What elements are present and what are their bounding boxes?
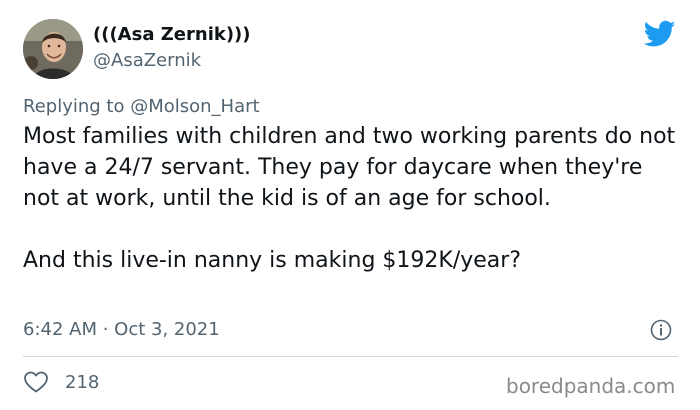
like-count: 218 [65, 371, 100, 393]
author-handle[interactable]: @AsaZernik [93, 50, 201, 71]
heart-icon [24, 371, 48, 393]
divider [23, 356, 678, 357]
avatar-photo [23, 19, 83, 79]
like-button[interactable]: 218 [23, 370, 99, 394]
twitter-bird-icon[interactable] [643, 20, 676, 48]
tweet-card: (((Asa Zernik))) @AsaZernik Replying to … [0, 0, 700, 410]
info-icon[interactable] [650, 319, 672, 341]
tweet-text: Most families with children and two work… [23, 124, 676, 273]
tweet-timestamp[interactable]: 6:42 AM · Oct 3, 2021 [23, 319, 220, 340]
reply-mention-link[interactable]: @Molson_Hart [130, 96, 259, 117]
watermark: boredpanda.com [506, 374, 676, 398]
author-display-name[interactable]: (((Asa Zernik))) [93, 24, 251, 45]
replying-to: Replying to @Molson_Hart [23, 96, 260, 117]
replying-to-label: Replying to [23, 96, 131, 117]
avatar[interactable] [23, 19, 83, 79]
